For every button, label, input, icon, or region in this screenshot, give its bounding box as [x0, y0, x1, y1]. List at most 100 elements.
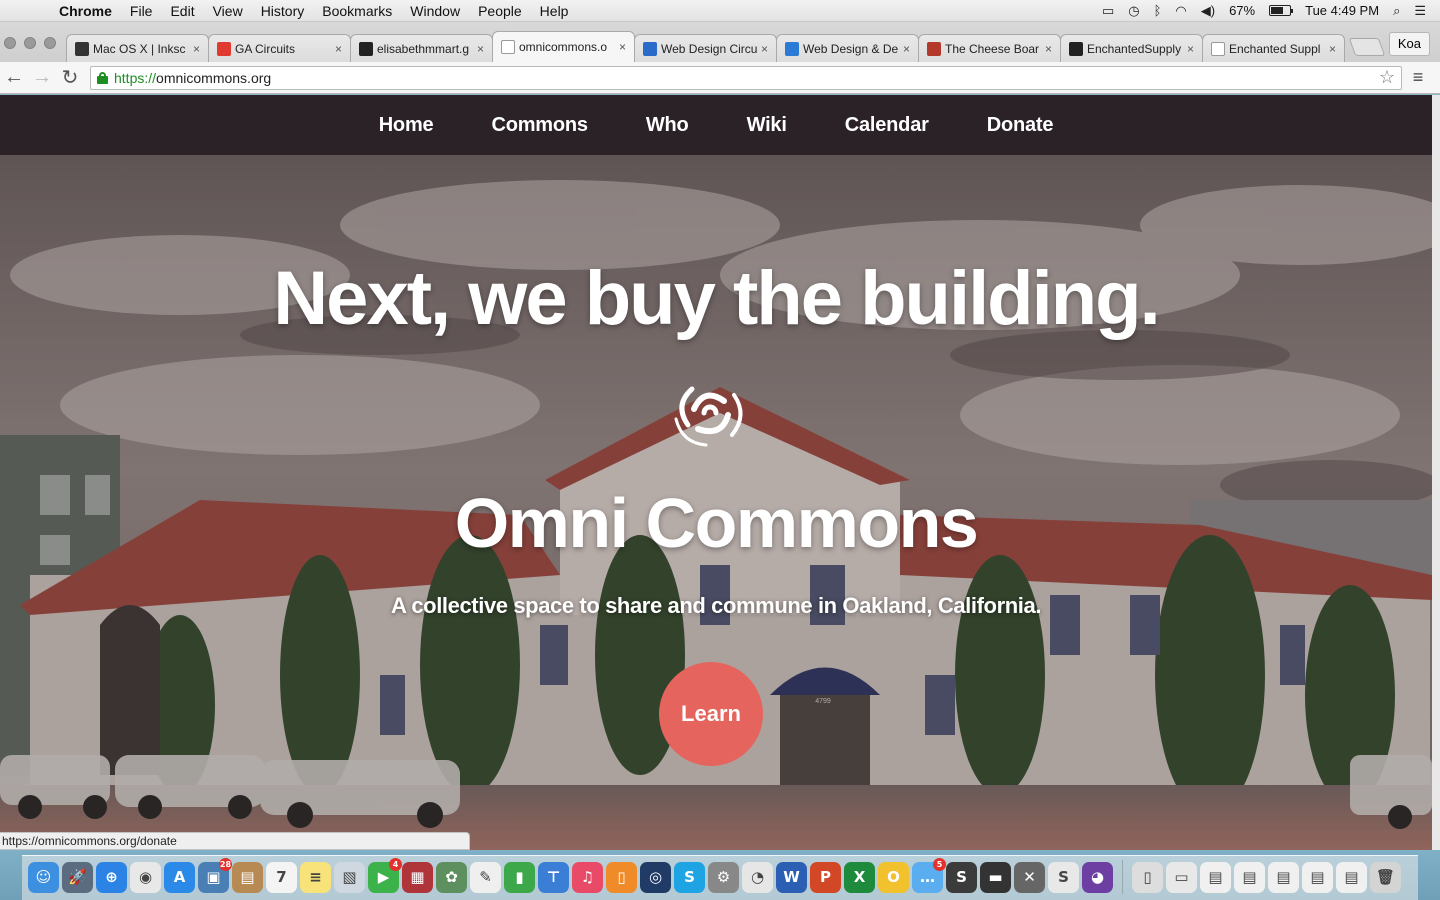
dashcode-icon[interactable]: ◎	[640, 861, 671, 893]
document-stack-icon[interactable]: ▯	[1132, 861, 1163, 893]
time-machine-icon[interactable]: ◷	[1128, 3, 1139, 19]
page-scrollbar[interactable]	[1432, 95, 1440, 850]
chrome-menu-icon[interactable]: ≡	[1402, 67, 1434, 88]
browser-tab[interactable]: The Cheese Boar ×	[918, 34, 1061, 62]
menu-edit[interactable]: Edit	[161, 3, 203, 19]
printer-icon[interactable]: ▬	[980, 861, 1011, 893]
close-tab-icon[interactable]: ×	[1045, 42, 1052, 56]
textedit-icon[interactable]: ✎	[470, 861, 501, 893]
x11-icon[interactable]: ✕	[1014, 861, 1045, 893]
airplay-icon[interactable]: ▭	[1102, 3, 1114, 19]
chrome-icon[interactable]: ◉	[130, 861, 161, 893]
clock[interactable]: Tue 4:49 PM	[1305, 3, 1379, 18]
reload-button[interactable]: ↻	[56, 65, 84, 90]
launchpad-icon[interactable]: 🚀	[62, 861, 93, 893]
battery-icon[interactable]	[1269, 5, 1294, 16]
word-icon[interactable]: W	[776, 861, 807, 893]
facetime-icon[interactable]: ▶ 4	[368, 857, 402, 893]
menu-help[interactable]: Help	[531, 3, 578, 19]
outlook-icon[interactable]: O	[878, 861, 909, 893]
battery-percent[interactable]: 67%	[1229, 3, 1255, 18]
bookmark-star-icon[interactable]: ☆	[1379, 67, 1395, 88]
url-host: omnicommons.org	[156, 69, 272, 86]
browser-tab[interactable]: elisabethmmart.g ×	[350, 34, 493, 62]
keynote-icon[interactable]: ⊤	[538, 861, 569, 893]
trash-icon[interactable]: 🗑	[1370, 861, 1401, 893]
nav-wiki[interactable]: Wiki	[718, 114, 816, 137]
bluetooth-icon[interactable]: ᛒ	[1154, 3, 1162, 18]
spotlight-icon[interactable]: ⌕	[1393, 3, 1400, 19]
nav-donate[interactable]: Donate	[958, 114, 1083, 137]
finder-icon[interactable]: ☺	[28, 861, 59, 893]
slack-icon[interactable]: S	[1048, 861, 1079, 893]
menu-bookmarks[interactable]: Bookmarks	[313, 3, 401, 19]
safari-icon[interactable]: ⊕	[96, 861, 127, 893]
screenshot-4-icon[interactable]: ▤	[1302, 861, 1333, 893]
menu-window[interactable]: Window	[401, 3, 469, 19]
secure-lock-icon[interactable]	[97, 71, 108, 84]
notes-icon[interactable]: ≡	[300, 861, 331, 893]
contacts-icon[interactable]: ▤	[232, 861, 263, 893]
close-tab-icon[interactable]: ×	[1187, 42, 1194, 56]
browser-tab[interactable]: EnchantedSupply ×	[1060, 34, 1203, 62]
numbers-icon[interactable]: ▮	[504, 861, 535, 893]
zoom-window-button[interactable]	[44, 37, 56, 49]
mail-stack-icon[interactable]: ▭	[1166, 861, 1197, 893]
messages-icon[interactable]: … 5	[912, 857, 946, 893]
close-tab-icon[interactable]: ×	[1329, 42, 1336, 56]
new-tab-button[interactable]	[1348, 38, 1386, 56]
menu-file[interactable]: File	[121, 3, 162, 19]
browser-tab[interactable]: Mac OS X | Inksc ×	[66, 34, 209, 62]
learn-button[interactable]: Learn	[659, 662, 763, 766]
wifi-icon[interactable]: ◠	[1175, 3, 1186, 19]
back-button[interactable]: ←	[0, 66, 28, 89]
close-tab-icon[interactable]: ×	[477, 42, 484, 56]
forward-button[interactable]: →	[28, 66, 56, 89]
nav-calendar[interactable]: Calendar	[816, 114, 958, 137]
close-tab-icon[interactable]: ×	[619, 40, 626, 54]
github-desktop-icon[interactable]: ◕	[1082, 861, 1113, 893]
browser-tab[interactable]: omnicommons.o ×	[492, 31, 635, 62]
ibooks-icon[interactable]: ▯	[606, 861, 637, 893]
iphoto-icon[interactable]: ✿	[436, 861, 467, 893]
photo-icon[interactable]: ▣ 28	[198, 857, 232, 893]
close-tab-icon[interactable]: ×	[335, 42, 342, 56]
address-bar[interactable]: https://omnicommons.org ☆	[90, 65, 1402, 90]
minimize-window-button[interactable]	[24, 37, 36, 49]
menu-people[interactable]: People	[469, 3, 531, 19]
notification-center-icon[interactable]: ☰	[1414, 3, 1426, 19]
browser-tab[interactable]: Web Design Circu ×	[634, 34, 777, 62]
sysprefs-icon[interactable]: ⚙	[708, 861, 739, 893]
volume-icon[interactable]: ◀)	[1201, 3, 1215, 19]
photobooth-icon[interactable]: ▦	[402, 861, 433, 893]
screenshot-1-icon[interactable]: ▤	[1200, 861, 1231, 893]
appstore-icon[interactable]: A	[164, 861, 195, 893]
close-tab-icon[interactable]: ×	[761, 42, 768, 56]
preview-icon[interactable]: ▧	[334, 861, 365, 893]
itunes-icon[interactable]: ♫	[572, 861, 603, 893]
cyberduck-icon[interactable]: ◔	[742, 861, 773, 893]
calendar-icon[interactable]: 7	[266, 861, 297, 893]
close-tab-icon[interactable]: ×	[193, 42, 200, 56]
window-controls	[0, 37, 66, 62]
sublime-icon[interactable]: S	[946, 861, 977, 893]
nav-who[interactable]: Who	[617, 114, 718, 137]
github-icon	[359, 41, 373, 56]
close-window-button[interactable]	[4, 37, 16, 49]
nav-commons[interactable]: Commons	[462, 114, 616, 137]
screenshot-3-icon[interactable]: ▤	[1268, 861, 1299, 893]
browser-tab[interactable]: Web Design & De ×	[776, 34, 919, 62]
menu-history[interactable]: History	[252, 3, 314, 19]
excel-icon[interactable]: X	[844, 861, 875, 893]
browser-tab[interactable]: Enchanted Suppl ×	[1202, 34, 1345, 62]
close-tab-icon[interactable]: ×	[903, 42, 910, 56]
menu-view[interactable]: View	[204, 3, 252, 19]
screenshot-2-icon[interactable]: ▤	[1234, 861, 1265, 893]
screenshot-5-icon[interactable]: ▤	[1336, 861, 1367, 893]
skype-icon[interactable]: S	[674, 861, 705, 893]
profile-button[interactable]: Koa	[1388, 32, 1430, 56]
powerpoint-icon[interactable]: P	[810, 861, 841, 893]
browser-tab[interactable]: GA Circuits ×	[208, 34, 351, 62]
menu-app-name[interactable]: Chrome	[50, 3, 121, 19]
nav-home[interactable]: Home	[350, 114, 463, 137]
